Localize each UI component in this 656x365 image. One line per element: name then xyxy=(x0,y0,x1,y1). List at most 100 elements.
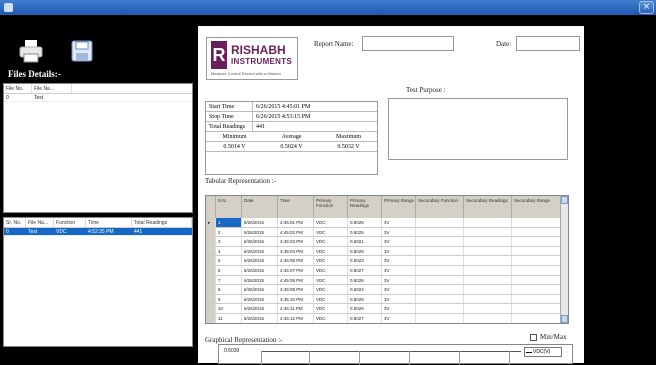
table-row[interactable]: 10 6/26/2015 4:45:11 PM VDC 0.5026 3V xyxy=(206,304,562,314)
series-line xyxy=(261,351,521,352)
table-row[interactable]: 5 6/26/2015 4:45:05 PM VDC 0.5023 3V xyxy=(206,256,562,266)
start-time-label: Start Time xyxy=(206,102,253,111)
table-cell: 6/26/2015 xyxy=(242,218,278,227)
table-cell xyxy=(416,313,464,323)
minimum-label: Minimum xyxy=(222,134,247,140)
table-row[interactable]: 0 Test VDC 4:52:25 PM 441 xyxy=(4,228,192,236)
table-cell xyxy=(416,246,464,256)
table-cell: 0.5027 xyxy=(348,265,382,275)
table-cell: 5 xyxy=(216,256,242,265)
table-cell: 6/26/2015 xyxy=(242,256,278,265)
col-secondary-range[interactable]: Secondary Range xyxy=(512,196,562,218)
col-file-name[interactable]: File Na... xyxy=(32,84,72,93)
close-button[interactable]: × xyxy=(639,1,654,14)
table-cell: 0.5024 xyxy=(348,285,382,294)
table-cell: 4 xyxy=(216,246,242,256)
table-cell: 0.5025 xyxy=(348,227,382,237)
col-sr-no[interactable]: Sr. No. xyxy=(4,218,26,227)
table-cell xyxy=(512,246,562,256)
table-cell xyxy=(512,256,562,265)
readings-table[interactable]: S.N. Date Time Primary Function Primary … xyxy=(205,195,569,324)
table-cell: 0.5026 xyxy=(348,218,382,227)
table-row[interactable]: 0 Test xyxy=(4,94,192,102)
table-cell xyxy=(464,275,512,285)
col-file-name[interactable]: File Na... xyxy=(26,218,54,227)
row-header[interactable]: ▸ xyxy=(206,218,216,227)
table-cell: VDC xyxy=(314,218,348,227)
row-header[interactable] xyxy=(206,265,216,275)
col-secondary-function[interactable]: Secondary Function xyxy=(416,196,464,218)
col-total-readings[interactable]: Total Readings xyxy=(132,218,192,227)
col-primary-readings[interactable]: Primary Readings xyxy=(348,196,382,218)
table-cell xyxy=(512,285,562,294)
date-field[interactable] xyxy=(516,36,580,51)
scroll-up-button[interactable] xyxy=(561,196,568,204)
chart-legend: VDC(V) xyxy=(524,347,562,357)
table-row[interactable]: 6 6/26/2015 4:45:07 PM VDC 0.5027 3V xyxy=(206,265,562,276)
table-cell: 4:45:09 PM xyxy=(278,285,314,294)
table-cell: VDC xyxy=(314,275,348,285)
col-date[interactable]: Date xyxy=(242,196,278,218)
table-row[interactable]: ▸ 1 6/26/2015 4:45:01 PM VDC 0.5026 3V xyxy=(206,218,562,228)
table-body: ▸ 1 6/26/2015 4:45:01 PM VDC 0.5026 3V 2 6/26/20… xyxy=(206,218,562,323)
minmax-checkbox[interactable] xyxy=(530,334,537,341)
table-cell xyxy=(416,227,464,237)
save-icon[interactable] xyxy=(70,39,94,63)
table-cell: 1 xyxy=(216,218,242,227)
session-list-grid[interactable]: Sr. No. File Na... Function Time Total R… xyxy=(3,217,193,347)
row-header[interactable] xyxy=(206,237,216,246)
summary-box: Start Time 6/26/2015 4:45:01 PM Stop Tim… xyxy=(205,101,378,175)
report-name-field[interactable] xyxy=(362,36,454,51)
stats-values: 0.5014 V 0.5024 V 0.5032 V xyxy=(206,142,377,152)
table-cell: 4:45:11 PM xyxy=(278,304,314,313)
row-header[interactable] xyxy=(206,256,216,265)
table-cell: 10 xyxy=(216,304,242,313)
col-primary-range[interactable]: Primary Range xyxy=(382,196,416,218)
table-cell: 7 xyxy=(216,275,242,285)
row-header[interactable] xyxy=(206,275,216,285)
cell: 4:52:25 PM xyxy=(88,229,114,235)
start-time-value: 6/26/2015 4:45:01 PM xyxy=(256,104,311,110)
table-row[interactable]: 11 6/26/2015 4:45:12 PM VDC 0.5027 3V xyxy=(206,313,562,323)
table-cell: 6/26/2015 xyxy=(242,227,278,237)
col-file-no[interactable]: File No. xyxy=(4,84,32,93)
cell: Test xyxy=(28,229,38,235)
stop-time-value: 6/26/2015 4:53:15 PM xyxy=(256,114,311,120)
row-header[interactable] xyxy=(206,285,216,294)
col-function[interactable]: Function xyxy=(54,218,86,227)
scroll-down-button[interactable] xyxy=(561,315,568,323)
col-secondary-readings[interactable]: Secondary Readings xyxy=(464,196,512,218)
table-row[interactable]: 7 6/26/2015 4:45:08 PM VDC 0.5026 3V xyxy=(206,275,562,286)
vertical-scrollbar[interactable] xyxy=(560,196,568,323)
table-cell xyxy=(416,265,464,275)
table-row[interactable]: 4 6/26/2015 4:45:04 PM VDC 0.5026 3V xyxy=(206,246,562,257)
col-time[interactable]: Time xyxy=(278,196,314,218)
stats-header: Minimum Average Maximum xyxy=(206,132,377,142)
col-primary-function[interactable]: Primary Function xyxy=(314,196,348,218)
table-row[interactable]: 3 6/26/2015 4:45:03 PM VDC 0.5021 3V xyxy=(206,237,562,247)
title-bar: × xyxy=(0,0,656,15)
col-sn[interactable]: S.N. xyxy=(216,196,242,218)
row-header[interactable] xyxy=(206,246,216,256)
row-header[interactable] xyxy=(206,294,216,304)
table-cell xyxy=(416,304,464,313)
table-cell: 0.5026 xyxy=(348,294,382,304)
test-purpose-field[interactable] xyxy=(388,98,568,160)
row-header[interactable] xyxy=(206,304,216,313)
col-time[interactable]: Time xyxy=(86,218,132,227)
table-row[interactable]: 9 6/26/2015 4:45:10 PM VDC 0.5026 3V xyxy=(206,294,562,305)
table-row[interactable]: 8 6/26/2015 4:45:09 PM VDC 0.5024 3V xyxy=(206,285,562,295)
row-header[interactable] xyxy=(206,227,216,237)
table-row[interactable]: 2 6/26/2015 4:45:02 PM VDC 0.5025 3V xyxy=(206,227,562,238)
table-cell: 4:45:07 PM xyxy=(278,265,314,275)
table-cell: 4:45:10 PM xyxy=(278,294,314,304)
table-cell xyxy=(464,218,512,227)
grid-header: File No. File Na... xyxy=(4,84,192,94)
printer-icon[interactable] xyxy=(18,38,44,64)
file-list-grid[interactable]: File No. File Na... 0 Test xyxy=(3,83,193,213)
row-header[interactable] xyxy=(206,313,216,323)
table-cell: 3V xyxy=(382,313,416,323)
table-cell: 0.5027 xyxy=(348,313,382,323)
average-label: Average xyxy=(281,134,302,140)
table-cell xyxy=(464,285,512,294)
